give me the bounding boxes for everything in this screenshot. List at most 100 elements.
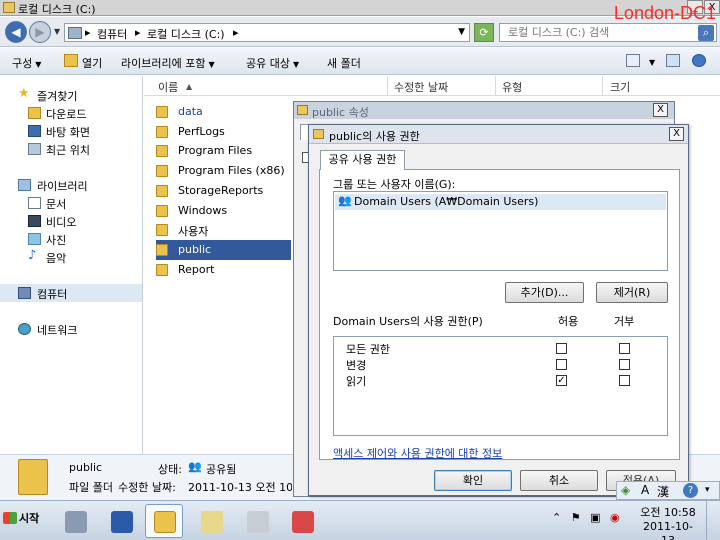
file-row[interactable]: Program Files	[156, 141, 291, 161]
nav-music[interactable]: ♪ 음악	[0, 248, 142, 266]
back-button[interactable]: ◀	[5, 21, 27, 43]
network-tray-icon[interactable]: ▣	[590, 511, 600, 524]
file-name: Windows	[178, 204, 228, 217]
documents-icon	[28, 197, 41, 209]
file-row[interactable]: Report	[156, 260, 291, 280]
breadcrumb-arrow-icon[interactable]: ▸	[135, 26, 141, 39]
ime-mode-indicator[interactable]: A	[641, 483, 649, 497]
add-button[interactable]: 추가(D)...	[505, 282, 584, 303]
new-folder-button[interactable]: 새 폴더	[327, 55, 361, 71]
search-input[interactable]	[500, 24, 690, 41]
nav-computer[interactable]: 컴퓨터	[0, 284, 142, 302]
file-row[interactable]: data	[156, 102, 291, 122]
file-row[interactable]: Program Files (x86)	[156, 161, 291, 181]
tab-share-permissions[interactable]: 공유 사용 권한	[320, 150, 405, 170]
nav-recent[interactable]: 최근 위치	[0, 140, 142, 158]
breadcrumb-arrow-icon[interactable]: ▸	[233, 26, 239, 39]
user-name: Domain Users (A₩Domain Users)	[354, 195, 539, 208]
ime-options-icon[interactable]: ◈	[621, 483, 630, 497]
permission-name: 변경	[346, 359, 367, 372]
clock[interactable]: 오전 10:58 2011-10-13	[640, 506, 696, 540]
column-separator[interactable]	[495, 76, 496, 95]
taskbar-app[interactable]	[238, 504, 276, 538]
column-modified[interactable]: 수정한 날짜	[394, 79, 448, 95]
start-button[interactable]: 시작	[3, 510, 39, 526]
file-row[interactable]: PerfLogs	[156, 122, 291, 142]
permissions-for-label: Domain Users의 사용 권한(P)	[333, 315, 483, 328]
view-dropdown-icon[interactable]: ▼	[646, 55, 655, 68]
taskbar-explorer[interactable]	[145, 504, 183, 538]
nav-downloads-label: 다운로드	[46, 108, 87, 121]
history-dropdown-icon[interactable]: ▼	[54, 27, 60, 36]
volume-muted-icon[interactable]: ◉	[610, 511, 620, 524]
hanja-button[interactable]: 漢	[657, 483, 669, 500]
column-name[interactable]: 이름	[158, 79, 178, 95]
column-size[interactable]: 크기	[610, 79, 630, 95]
allow-checkbox[interactable]	[556, 343, 567, 354]
column-type[interactable]: 유형	[502, 79, 522, 95]
breadcrumb-arrow-icon[interactable]: ▸	[85, 26, 91, 39]
cancel-button[interactable]: 취소	[520, 470, 598, 491]
nav-recent-label: 최근 위치	[46, 144, 90, 157]
file-row[interactable]: Windows	[156, 201, 291, 221]
help-icon[interactable]: ?	[683, 483, 698, 498]
taskbar-powershell[interactable]	[102, 504, 140, 538]
nav-downloads[interactable]: 다운로드	[0, 104, 142, 122]
nav-favorites[interactable]: ★ 즐겨찾기	[0, 86, 142, 104]
chevron-down-icon: ▼	[292, 60, 300, 69]
nav-desktop[interactable]: 바탕 화면	[0, 122, 142, 140]
view-options-icon[interactable]	[626, 54, 640, 67]
file-row-selected[interactable]: public	[156, 240, 291, 260]
flag-icon[interactable]: ⚑	[571, 511, 581, 524]
file-row[interactable]: StorageReports	[156, 181, 291, 201]
search-icon[interactable]: ⌕	[698, 25, 714, 41]
shared-folder-icon	[156, 244, 168, 256]
deny-checkbox[interactable]	[619, 343, 630, 354]
access-control-help-link[interactable]: 액세스 제어와 사용 권한에 대한 정보	[333, 445, 502, 461]
forward-button[interactable]: ▶	[29, 21, 51, 43]
column-separator[interactable]	[387, 76, 388, 95]
breadcrumb-computer[interactable]: 컴퓨터	[97, 26, 127, 42]
organize-menu[interactable]: 구성 ▼	[12, 55, 41, 71]
nav-libraries[interactable]: 라이브러리	[0, 176, 142, 194]
share-with-menu[interactable]: 공유 대상 ▼	[246, 55, 299, 71]
remove-button[interactable]: 제거(R)	[596, 282, 668, 303]
include-library-menu[interactable]: 라이브러리에 포함 ▼	[121, 55, 215, 71]
breadcrumb-local-disk[interactable]: 로컬 디스크 (C:)	[147, 26, 225, 42]
deny-checkbox[interactable]	[619, 359, 630, 370]
nav-videos-label: 비디오	[46, 216, 77, 229]
taskbar-app[interactable]	[283, 504, 321, 538]
chevron-down-icon[interactable]: ▾	[705, 485, 710, 495]
open-button[interactable]: 열기	[82, 55, 102, 71]
nav-videos[interactable]: 비디오	[0, 212, 142, 230]
user-list[interactable]: 👥 Domain Users (A₩Domain Users)	[333, 191, 668, 271]
show-hidden-icons-icon[interactable]: ⌃	[552, 511, 561, 524]
file-row[interactable]: 사용자	[156, 220, 291, 240]
taskbar-server-manager[interactable]	[56, 504, 94, 538]
allow-checkbox[interactable]: ✓	[556, 375, 567, 386]
address-dropdown-icon[interactable]: ▼	[458, 27, 465, 37]
permissions-close-button[interactable]: X	[669, 127, 684, 141]
ok-button[interactable]: 확인	[434, 470, 512, 491]
file-name: Program Files	[178, 144, 253, 157]
deny-column-header: 거부	[614, 315, 635, 328]
nav-pictures[interactable]: 사진	[0, 230, 142, 248]
details-state-label: 상태:	[158, 463, 182, 476]
allow-checkbox[interactable]	[556, 359, 567, 370]
desktop-icon	[28, 125, 41, 137]
taskbar-app[interactable]	[192, 504, 230, 538]
chevron-down-icon: ▼	[208, 60, 215, 69]
file-name: PerfLogs	[178, 125, 225, 138]
deny-checkbox[interactable]	[619, 375, 630, 386]
show-desktop-button[interactable]	[706, 501, 720, 540]
column-separator[interactable]	[602, 76, 603, 95]
user-list-item[interactable]: 👥 Domain Users (A₩Domain Users)	[335, 194, 666, 210]
nav-documents[interactable]: 문서	[0, 194, 142, 212]
folder-icon	[156, 126, 168, 138]
address-bar[interactable]: ▸ 컴퓨터 ▸ 로컬 디스크 (C:) ▸ ▼	[64, 23, 470, 42]
refresh-button[interactable]: ⟳	[474, 23, 494, 42]
nav-network[interactable]: 네트워크	[0, 320, 142, 338]
preview-pane-icon[interactable]	[666, 54, 680, 67]
properties-close-button[interactable]: X	[653, 103, 668, 117]
help-icon[interactable]	[692, 54, 706, 67]
